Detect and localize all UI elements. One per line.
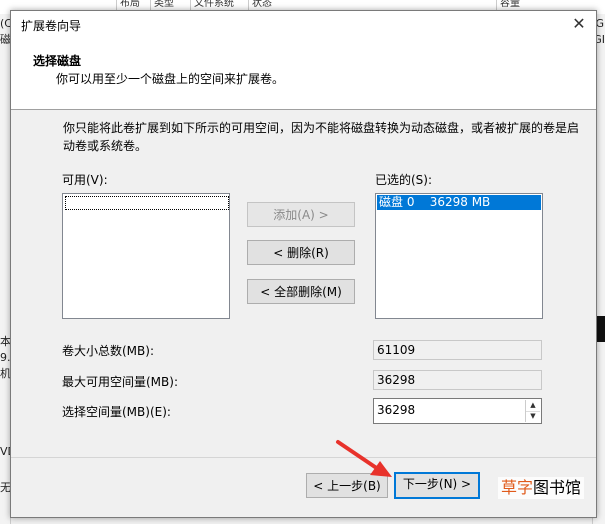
stepper-down-button[interactable]: ▼ xyxy=(526,411,540,422)
max-space-value: 36298 xyxy=(373,370,542,390)
max-space-label: 最大可用空间量(MB): xyxy=(62,375,178,389)
footer-divider xyxy=(11,457,596,458)
next-button[interactable]: 下一步(N) > xyxy=(394,472,480,499)
remove-button[interactable]: < 删除(R) xyxy=(247,240,355,265)
select-space-label: 选择空间量(MB)(E): xyxy=(62,405,171,419)
red-arrow-icon xyxy=(336,440,392,477)
wizard-header: 选择磁盘 你可以用至少一个磁盘上的空间来扩展卷。 xyxy=(11,37,596,110)
available-label: 可用(V): xyxy=(62,173,108,187)
total-size-label: 卷大小总数(MB): xyxy=(62,344,154,358)
add-button[interactable]: 添加(A) > xyxy=(247,202,355,227)
stepper-buttons: ▲ ▼ xyxy=(525,400,540,422)
remove-all-button[interactable]: < 全部删除(M) xyxy=(247,279,355,304)
bg-column-filesystem: 文件系统 xyxy=(190,0,234,10)
chevron-down-icon: ▼ xyxy=(530,412,536,420)
watermark-part: 草 xyxy=(501,478,518,497)
extend-volume-wizard-dialog: 扩展卷向导 ✕ 选择磁盘 你可以用至少一个磁盘上的空间来扩展卷。 你只能将此卷扩… xyxy=(10,10,597,518)
bg-column-capacity: 容量 xyxy=(496,0,520,10)
window-title: 扩展卷向导 xyxy=(21,19,82,33)
select-space-input[interactable]: 36298 xyxy=(377,403,415,417)
total-size-value: 61109 xyxy=(373,340,542,360)
watermark: 草字图书馆 xyxy=(498,477,585,499)
bg-column-status: 状态 xyxy=(248,0,272,10)
watermark-part: 图书馆 xyxy=(533,478,582,497)
title-bar[interactable]: 扩展卷向导 ✕ xyxy=(11,11,596,37)
bg-column-layout: 布局 xyxy=(116,0,140,10)
page-title: 选择磁盘 xyxy=(33,54,82,68)
available-listbox[interactable] xyxy=(62,193,230,319)
bg-column-type: 类型 xyxy=(150,0,174,10)
list-item-disk: 磁盘 0 xyxy=(379,195,415,209)
selected-label: 已选的(S): xyxy=(375,173,433,187)
list-item-disk-0[interactable]: 磁盘 0 36298 MB xyxy=(377,195,541,210)
list-item-size: 36298 MB xyxy=(429,195,491,209)
chevron-up-icon: ▲ xyxy=(530,401,536,409)
selected-listbox[interactable]: 磁盘 0 36298 MB xyxy=(375,193,543,319)
focus-rectangle xyxy=(65,196,229,210)
select-space-stepper[interactable]: 36298 ▲ ▼ xyxy=(373,398,542,424)
description-text: 你只能将此卷扩展到如下所示的可用空间，因为不能将磁盘转换为动态磁盘，或者被扩展的… xyxy=(63,121,580,153)
page-subtitle: 你可以用至少一个磁盘上的空间来扩展卷。 xyxy=(56,72,285,86)
watermark-part: 字 xyxy=(517,478,534,497)
close-button[interactable]: ✕ xyxy=(562,11,596,37)
close-icon: ✕ xyxy=(572,14,586,33)
